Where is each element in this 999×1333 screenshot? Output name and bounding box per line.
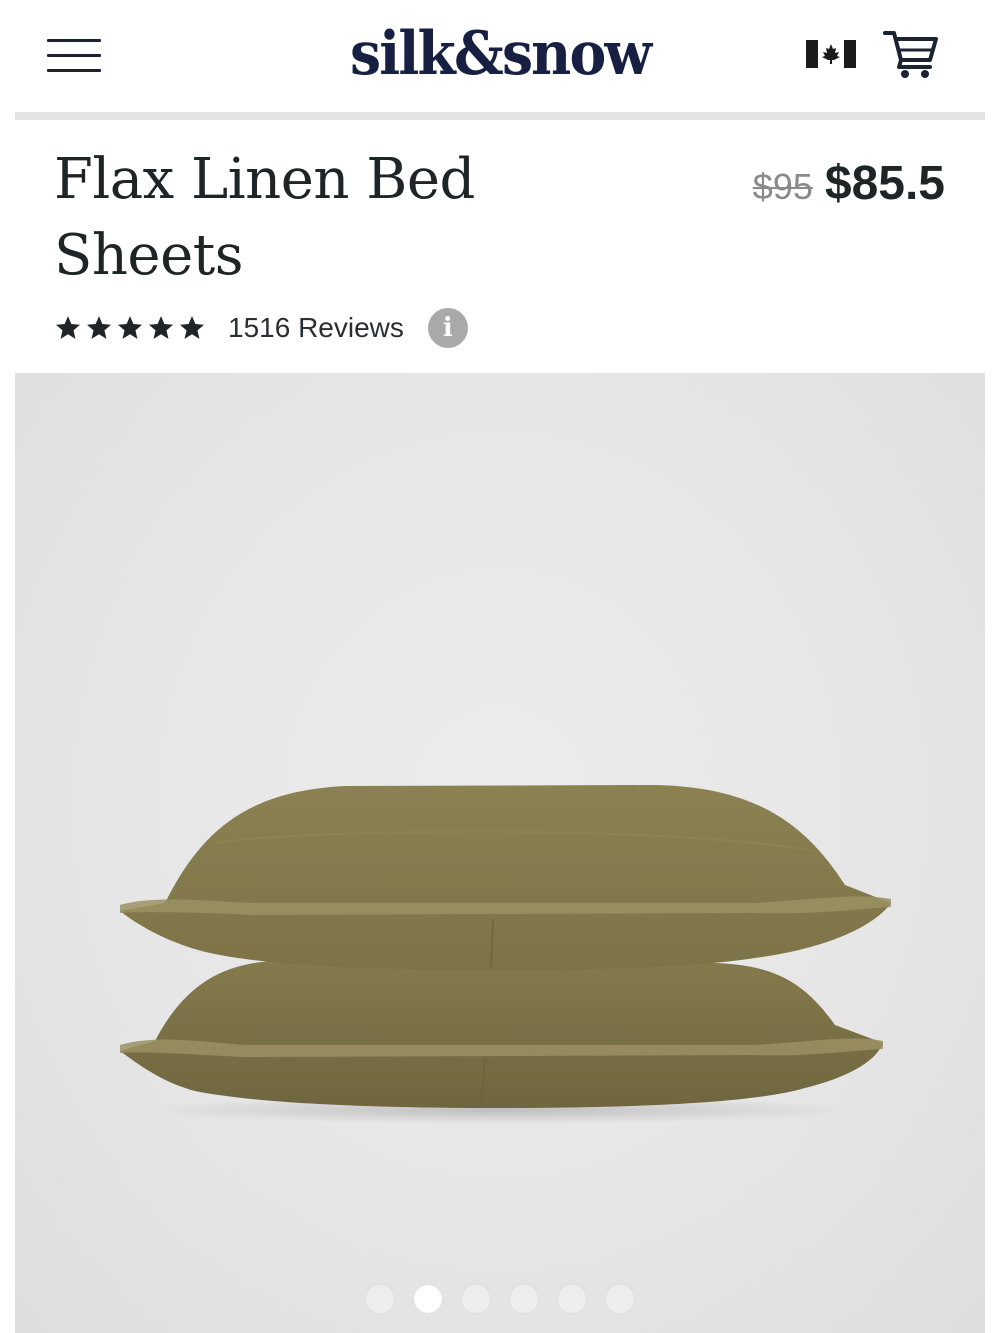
- info-glyph: i: [442, 313, 453, 343]
- original-price: $95: [752, 166, 813, 207]
- star-icon: [117, 316, 143, 339]
- carousel-dot[interactable]: [558, 1285, 586, 1313]
- star-icon: [86, 316, 112, 339]
- info-icon[interactable]: i: [427, 308, 468, 348]
- pillows-illustration: [120, 785, 891, 1124]
- price-block: $95 $85.5: [753, 156, 945, 216]
- star-rating[interactable]: [54, 314, 206, 342]
- brand-logo-text: silk&snow: [349, 19, 652, 89]
- carousel-dot[interactable]: [366, 1285, 394, 1313]
- site-header: silk&snow: [15, 0, 985, 112]
- product-title: Flax Linen Bed Sheets: [54, 147, 475, 288]
- sale-price: $85.5: [824, 157, 945, 210]
- header-divider: [15, 112, 985, 120]
- star-icon: [55, 316, 81, 339]
- product-page: silk&snow Flax Linen Bed Sheets $95 $85.…: [15, 0, 985, 1333]
- carousel-dots: [15, 1285, 985, 1313]
- reviews-link[interactable]: 1516 Reviews: [228, 312, 404, 344]
- carousel-dot[interactable]: [462, 1285, 490, 1313]
- page-margin-left: [0, 0, 15, 1333]
- shopping-cart-icon[interactable]: [883, 28, 939, 80]
- canada-flag-icon[interactable]: [806, 40, 856, 68]
- star-icon: [148, 316, 174, 339]
- carousel-dot[interactable]: [414, 1285, 442, 1313]
- carousel-dot[interactable]: [510, 1285, 538, 1313]
- carousel-dot[interactable]: [606, 1285, 634, 1313]
- product-image[interactable]: [15, 373, 985, 1333]
- star-icon: [179, 316, 205, 339]
- rating-row: 1516 Reviews i: [54, 306, 468, 350]
- page-margin-right: [985, 0, 999, 1333]
